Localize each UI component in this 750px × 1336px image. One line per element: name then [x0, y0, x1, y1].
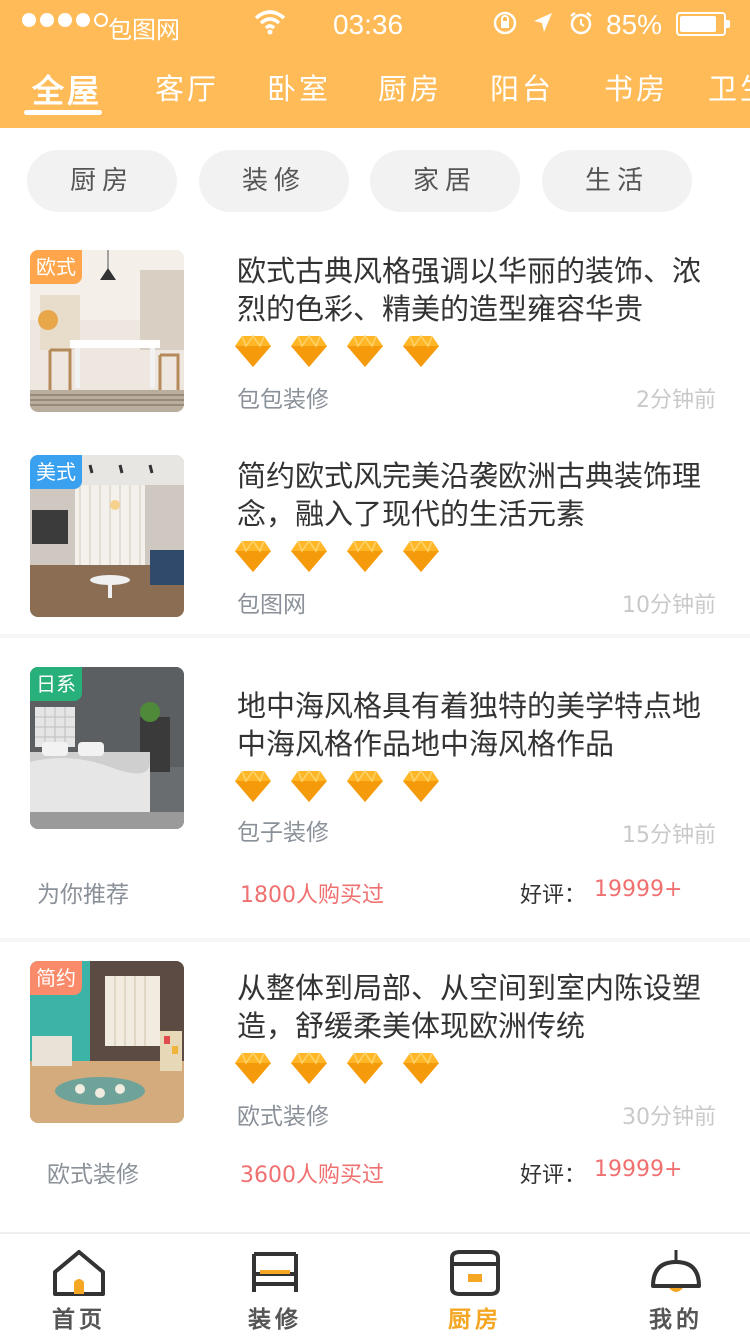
diamond-icon — [235, 1051, 271, 1084]
style-tag: 欧式 — [30, 250, 82, 284]
battery-percent: 85% — [606, 9, 663, 40]
recommend-label: 为你推荐 — [37, 882, 129, 908]
article-time: 2分钟前 — [636, 388, 716, 413]
article-thumbnail: 欧式 — [30, 250, 184, 412]
buyer-count: 1800人购买过 — [240, 883, 384, 908]
article-thumbnail: 日系 — [30, 667, 184, 829]
tab-bathroom[interactable]: 卫生 — [708, 66, 750, 108]
article-time: 30分钟前 — [622, 1105, 716, 1130]
article-thumbnail: 美式 — [30, 455, 184, 617]
article-title[interactable]: 简约欧式风完美沿袭欧洲古典装饰理念，融入了现代的生活元素 — [237, 457, 727, 533]
article-title[interactable]: 欧式古典风格强调以华丽的装饰、浓烈的色彩、精美的造型雍容华贵 — [237, 252, 727, 328]
buyer-count: 3600人购买过 — [240, 1163, 384, 1188]
rating-gems — [234, 1051, 440, 1085]
rating-value: 19999+ — [594, 877, 683, 902]
diamond-icon — [235, 334, 271, 367]
style-tag: 美式 — [30, 455, 82, 489]
article-source: 包图网 — [237, 592, 306, 618]
active-tab-indicator — [24, 110, 102, 115]
bottom-navigation: 首页 装修 厨房 我的 — [0, 1232, 750, 1334]
diamond-icon — [235, 539, 271, 572]
clock: 03:36 — [333, 9, 404, 40]
battery-icon — [676, 12, 730, 36]
diamond-icon — [291, 1051, 327, 1084]
tab-study[interactable]: 书房 — [604, 66, 668, 108]
diamond-icon — [403, 1051, 439, 1084]
diamond-icon — [291, 539, 327, 572]
rating-gems — [234, 334, 440, 368]
lamp-icon — [651, 1250, 701, 1292]
nav-home[interactable]: 首页 — [29, 1248, 129, 1336]
nav-kitchen[interactable]: 厨房 — [425, 1248, 525, 1336]
rotation-lock-icon — [493, 11, 517, 35]
nav-label: 厨房 — [448, 1307, 502, 1333]
article-card[interactable]: 美式 简约欧式风完美沿袭欧洲古典装饰理念，融入了现代的生活元素 包图网 10分钟… — [0, 455, 750, 635]
article-time: 15分钟前 — [622, 823, 716, 848]
diamond-icon — [291, 334, 327, 367]
article-card[interactable]: 日系 地中海风格具有着独特的美学特点地中海风格作品地中海风格作品 包子装修 15… — [0, 667, 750, 937]
tab-balcony[interactable]: 阳台 — [490, 66, 554, 108]
article-thumbnail: 简约 — [30, 961, 184, 1123]
wifi-icon — [254, 10, 286, 35]
status-bar: 包图网 03:36 85% — [0, 0, 750, 50]
diamond-icon — [347, 334, 383, 367]
nav-label: 首页 — [52, 1307, 106, 1333]
chip-decoration[interactable]: 装修 — [199, 150, 349, 212]
diamond-icon — [347, 539, 383, 572]
chip-home[interactable]: 家居 — [370, 150, 520, 212]
tab-whole-house[interactable]: 全屋 — [32, 66, 102, 112]
section-divider — [0, 938, 750, 942]
diamond-icon — [291, 769, 327, 802]
article-time: 10分钟前 — [622, 593, 716, 618]
rating-gems — [234, 769, 440, 803]
filter-chips: 厨房 装修 家居 生活 — [0, 150, 750, 212]
diamond-icon — [347, 769, 383, 802]
nav-me[interactable]: 我的 — [626, 1248, 726, 1336]
section-divider — [0, 634, 750, 638]
tab-living-room[interactable]: 客厅 — [155, 66, 219, 108]
home-icon — [53, 1250, 105, 1296]
rating-value: 19999+ — [594, 1157, 683, 1182]
article-title[interactable]: 从整体到局部、从空间到室内陈设塑造，舒缓柔美体现欧洲传统 — [237, 969, 727, 1045]
alarm-icon — [570, 12, 592, 35]
rating-gems — [234, 539, 440, 573]
signal-strength-icon — [22, 13, 108, 27]
nav-label: 我的 — [649, 1307, 703, 1333]
article-card[interactable]: 简约 从整体到局部、从空间到室内陈设塑造，舒缓柔美体现欧洲传统 欧式装修 30分… — [0, 961, 750, 1221]
style-tag: 简约 — [30, 961, 82, 995]
diamond-icon — [403, 539, 439, 572]
bed-icon — [252, 1252, 298, 1292]
tab-bedroom[interactable]: 卧室 — [267, 66, 331, 108]
article-card[interactable]: 欧式 欧式古典风格强调以华丽的装饰、浓烈的色彩、精美的造型雍容华贵 包包装修 2… — [0, 250, 750, 430]
tab-kitchen[interactable]: 厨房 — [378, 66, 442, 108]
carrier-name: 包图网 — [108, 16, 180, 44]
nav-decoration[interactable]: 装修 — [225, 1248, 325, 1336]
style-tag: 日系 — [30, 667, 82, 701]
rating-label: 好评： — [520, 1163, 587, 1188]
location-icon — [534, 13, 552, 32]
diamond-icon — [403, 769, 439, 802]
category-tabs: 全屋 客厅 卧室 厨房 阳台 书房 卫生 — [0, 50, 750, 128]
category-label: 欧式装修 — [47, 1162, 139, 1188]
article-source: 包包装修 — [237, 387, 329, 413]
cooker-icon — [450, 1250, 500, 1296]
nav-label: 装修 — [248, 1307, 302, 1333]
chip-kitchen[interactable]: 厨房 — [27, 150, 177, 212]
article-title[interactable]: 地中海风格具有着独特的美学特点地中海风格作品地中海风格作品 — [237, 687, 727, 763]
chip-life[interactable]: 生活 — [542, 150, 692, 212]
diamond-icon — [347, 1051, 383, 1084]
diamond-icon — [403, 334, 439, 367]
rating-label: 好评： — [520, 883, 587, 908]
article-source: 包子装修 — [237, 820, 329, 846]
diamond-icon — [235, 769, 271, 802]
article-source: 欧式装修 — [237, 1104, 329, 1130]
